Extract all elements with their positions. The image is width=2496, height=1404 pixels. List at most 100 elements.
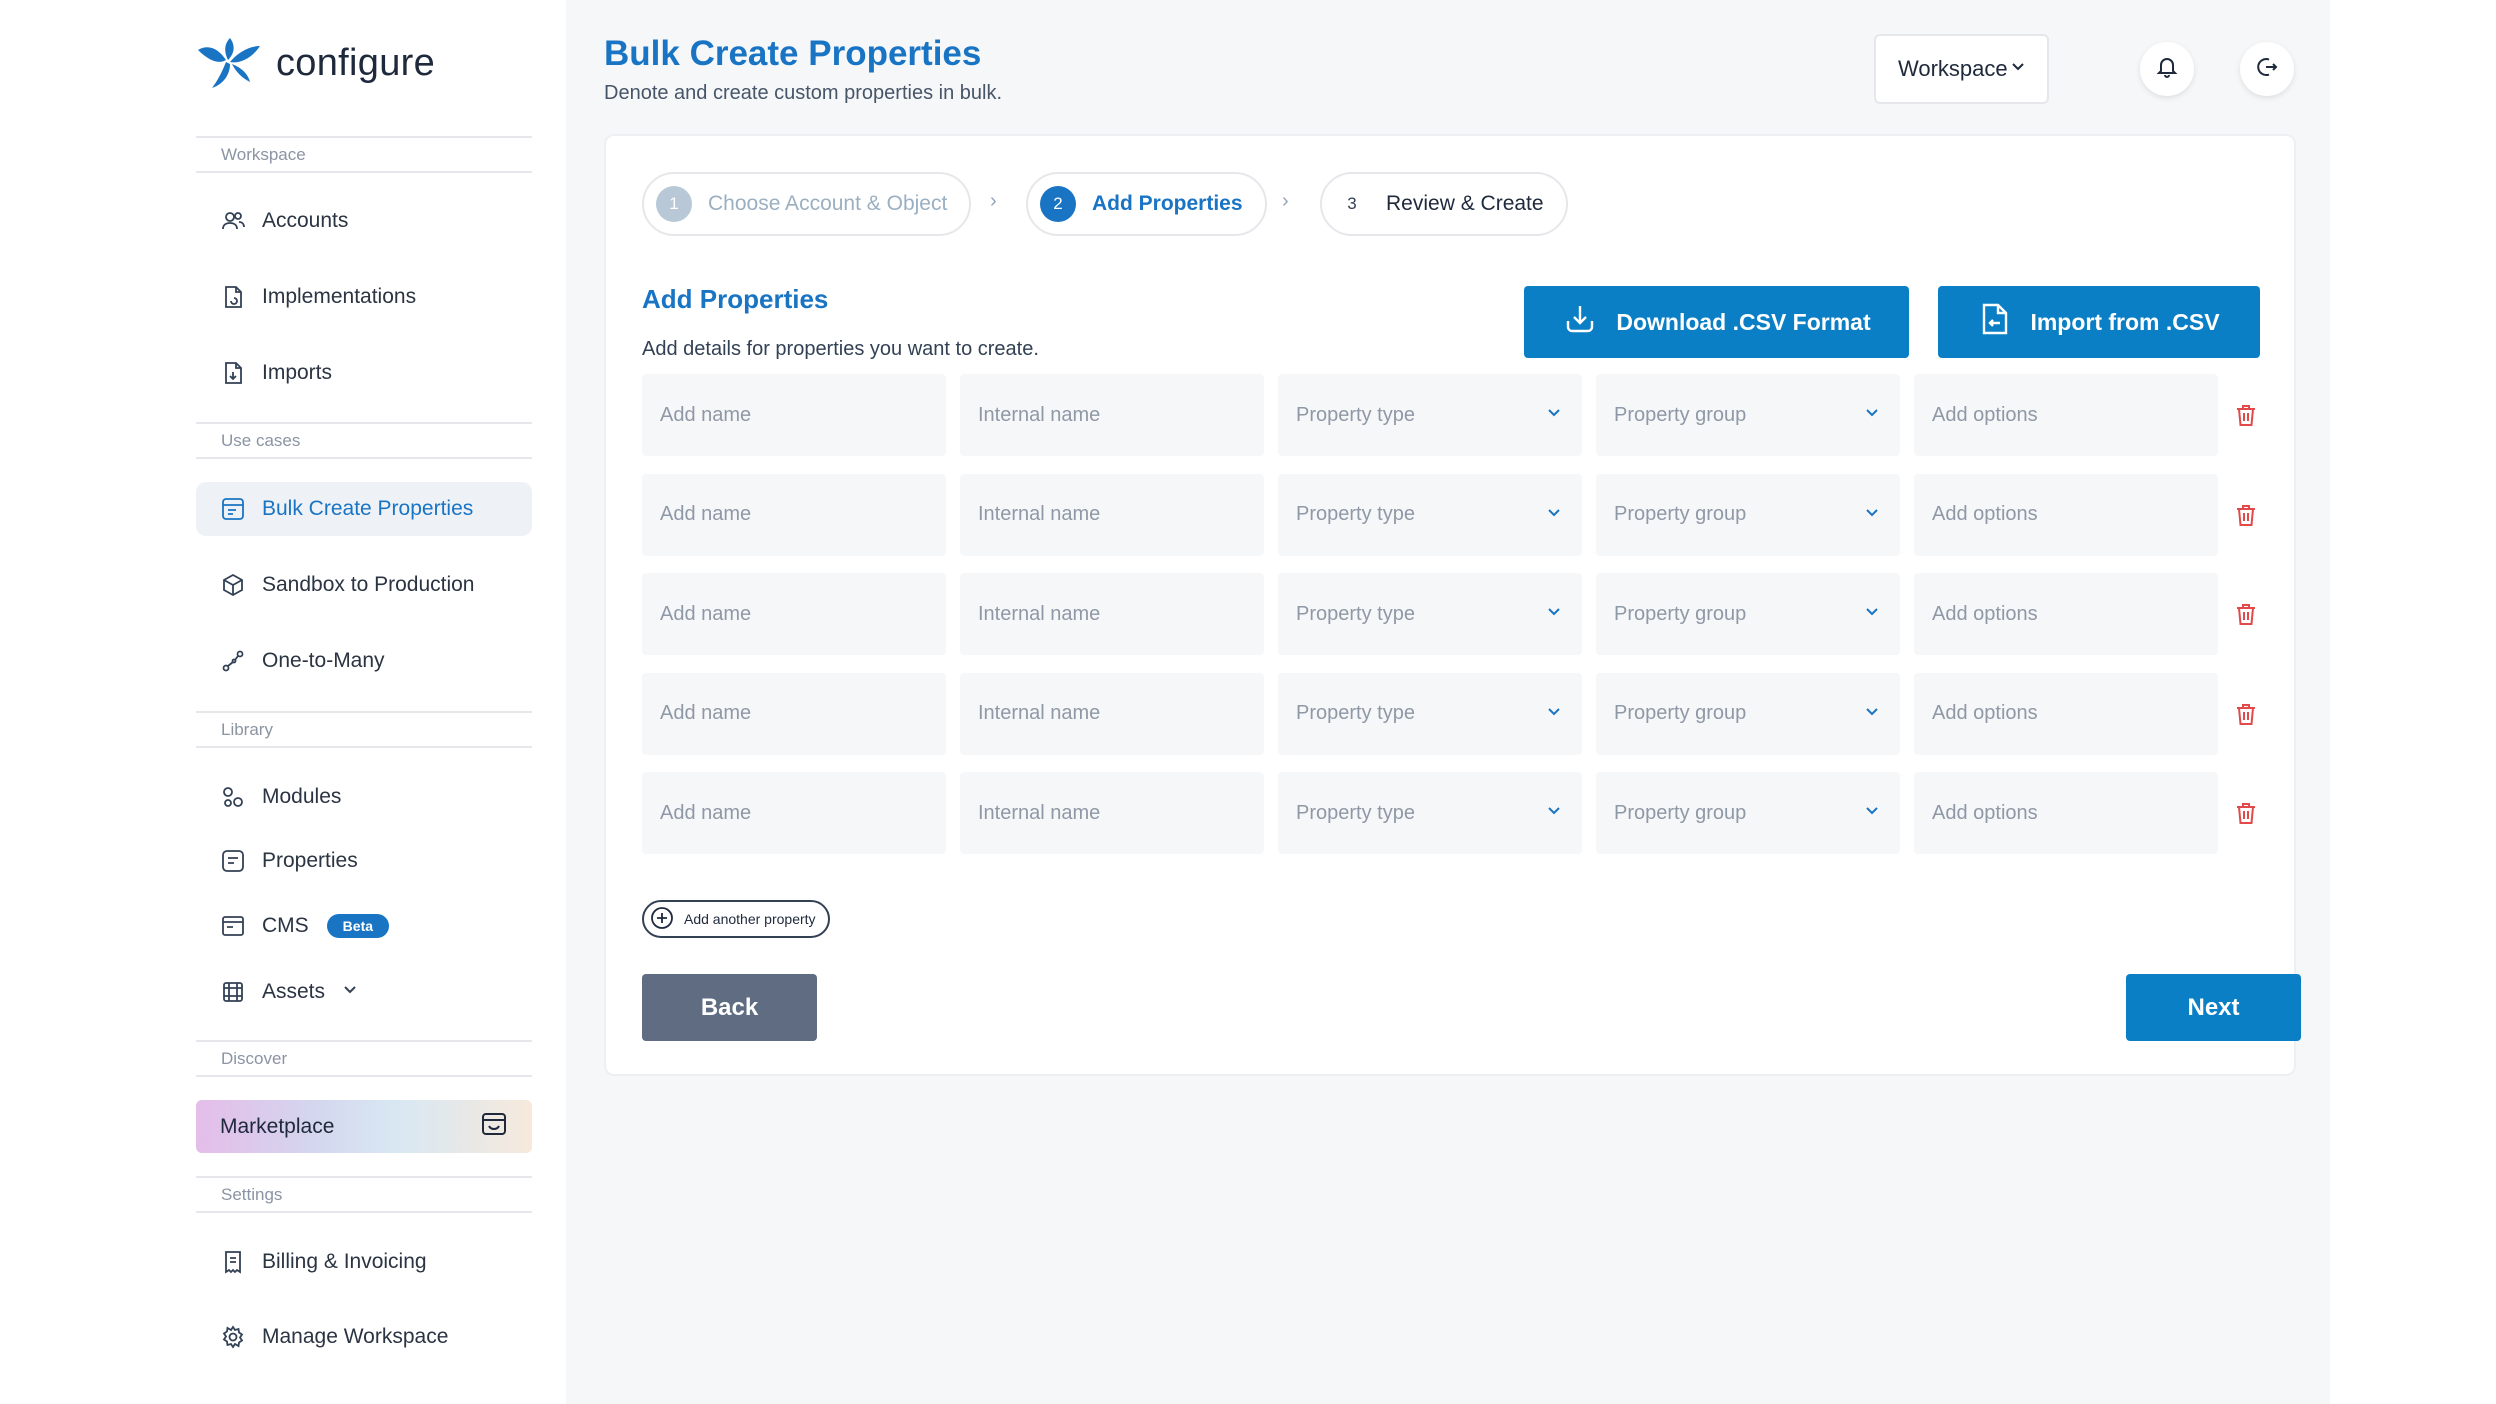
- placeholder-text: Add options: [1932, 403, 2038, 426]
- import-csv-button[interactable]: Import from .CSV: [1938, 286, 2260, 358]
- beta-badge: Beta: [326, 914, 390, 938]
- placeholder-text: Add options: [1932, 503, 2038, 525]
- placeholder-text: Internal name: [978, 602, 1101, 625]
- sidebar-item-cms[interactable]: CMS Beta: [196, 899, 532, 953]
- sidebar-item-billing-invoicing[interactable]: Billing & Invoicing: [196, 1235, 532, 1289]
- next-button[interactable]: Next: [2126, 974, 2301, 1041]
- users-icon: [220, 208, 246, 234]
- share-nodes-icon: [220, 648, 246, 674]
- property-group-select[interactable]: Property group: [1596, 374, 1900, 456]
- sidebar-item-label: One-to-Many: [262, 649, 385, 672]
- step-number: 1: [656, 186, 692, 222]
- trash-icon[interactable]: [2232, 401, 2260, 429]
- chevron-down-icon: [2008, 56, 2028, 82]
- chevron-right-icon: ›: [990, 190, 997, 212]
- chevron-right-icon: ›: [1282, 190, 1289, 212]
- sidebar-item-label: Modules: [262, 785, 342, 808]
- options-input[interactable]: Add options: [1914, 374, 2218, 456]
- sidebar-item-properties[interactable]: Properties: [196, 834, 532, 888]
- name-input[interactable]: Add name: [642, 772, 946, 854]
- options-input[interactable]: Add options: [1914, 573, 2218, 655]
- property-type-select[interactable]: Property type: [1278, 374, 1582, 456]
- trash-icon[interactable]: [2232, 501, 2260, 529]
- options-input[interactable]: Add options: [1914, 672, 2218, 755]
- property-row: Add name Internal name Property type Proper…: [642, 573, 2302, 655]
- property-row: Add name Internal name Property type Proper…: [642, 672, 2302, 755]
- property-type-select[interactable]: Property type: [1278, 672, 1582, 755]
- trash-icon[interactable]: [2232, 700, 2260, 728]
- logo[interactable]: configure: [196, 36, 435, 90]
- property-group-select[interactable]: Property group: [1596, 672, 1900, 755]
- cube-icon: [220, 572, 246, 598]
- property-type-select[interactable]: Property type: [1278, 473, 1582, 556]
- internal-name-input[interactable]: Internal name: [960, 772, 1264, 854]
- placeholder-text: Property type: [1296, 702, 1415, 724]
- name-input[interactable]: Add name: [642, 473, 946, 556]
- step-choose-account-object[interactable]: 1 Choose Account & Object: [642, 172, 972, 236]
- file-refresh-icon: [220, 284, 246, 310]
- add-another-property-button[interactable]: Add another property: [642, 900, 830, 938]
- chevron-down-icon: [341, 980, 359, 1004]
- placeholder-text: Add name: [660, 602, 752, 625]
- placeholder-text: Add name: [660, 503, 752, 525]
- step-label: Review & Create: [1386, 192, 1544, 215]
- property-group-select[interactable]: Property group: [1596, 772, 1900, 854]
- internal-name-input[interactable]: Internal name: [960, 672, 1264, 755]
- download-csv-button[interactable]: Download .CSV Format: [1524, 286, 1909, 358]
- file-import-icon: [1978, 301, 2012, 343]
- placeholder-text: Property type: [1296, 403, 1415, 426]
- property-type-select[interactable]: Property type: [1278, 573, 1582, 655]
- sidebar-item-accounts[interactable]: Accounts: [196, 194, 532, 248]
- trash-icon[interactable]: [2232, 600, 2260, 628]
- chevron-down-icon: [1544, 800, 1564, 826]
- section-subtitle: Add details for properties you want to c…: [642, 338, 1039, 360]
- sidebar-item-label: CMS: [262, 914, 309, 937]
- chevron-down-icon: [1544, 601, 1564, 627]
- chevron-down-icon: [1544, 502, 1564, 528]
- trash-icon[interactable]: [2232, 799, 2260, 827]
- internal-name-input[interactable]: Internal name: [960, 473, 1264, 556]
- workspace-select[interactable]: Workspace: [1874, 34, 2049, 104]
- property-group-select[interactable]: Property group: [1596, 473, 1900, 556]
- chevron-down-icon: [1544, 402, 1564, 428]
- internal-name-input[interactable]: Internal name: [960, 573, 1264, 655]
- step-add-properties[interactable]: 2 Add Properties: [1026, 172, 1267, 236]
- chevron-down-icon: [1862, 402, 1882, 428]
- chevron-down-icon: [1862, 502, 1882, 528]
- name-input[interactable]: Add name: [642, 573, 946, 655]
- internal-name-input[interactable]: Internal name: [960, 374, 1264, 456]
- chevron-down-icon: [1862, 701, 1882, 727]
- name-input[interactable]: Add name: [642, 374, 946, 456]
- sidebar-item-assets[interactable]: Assets: [196, 965, 532, 1019]
- sidebar-item-sandbox-to-production[interactable]: Sandbox to Production: [196, 558, 532, 612]
- options-input[interactable]: Add options: [1914, 772, 2218, 854]
- store-icon: [480, 1110, 508, 1144]
- list-edit-icon: [220, 496, 246, 522]
- add-another-property-label: Add another property: [684, 911, 816, 927]
- properties-icon: [220, 848, 246, 874]
- sidebar-item-manage-workspace[interactable]: Manage Workspace: [196, 1310, 532, 1364]
- logout-icon: [2254, 54, 2280, 85]
- sidebar-item-label: Implementations: [262, 285, 417, 308]
- name-input[interactable]: Add name: [642, 672, 946, 755]
- gear-icon: [220, 1324, 246, 1350]
- step-review-create[interactable]: 3 Review & Create: [1320, 172, 1568, 236]
- logout-button[interactable]: [2240, 42, 2294, 96]
- sidebar-item-bulk-create-properties[interactable]: Bulk Create Properties: [196, 482, 532, 536]
- placeholder-text: Internal name: [978, 801, 1101, 824]
- step-label: Add Properties: [1092, 192, 1243, 215]
- sidebar-item-modules[interactable]: Modules: [196, 770, 532, 824]
- download-csv-label: Download .CSV Format: [1616, 308, 1871, 335]
- sidebar-item-one-to-many[interactable]: One-to-Many: [196, 634, 532, 688]
- notifications-button[interactable]: [2140, 42, 2194, 96]
- property-type-select[interactable]: Property type: [1278, 772, 1582, 854]
- sidebar-item-imports[interactable]: Imports: [196, 346, 532, 400]
- section-discover: Discover: [196, 1040, 532, 1077]
- back-button[interactable]: Back: [642, 974, 817, 1041]
- options-input[interactable]: Add options: [1914, 473, 2218, 556]
- sidebar-item-label: Properties: [262, 849, 358, 872]
- property-group-select[interactable]: Property group: [1596, 573, 1900, 655]
- placeholder-text: Property type: [1296, 801, 1415, 824]
- marketplace-button[interactable]: Marketplace: [196, 1100, 532, 1153]
- sidebar-item-implementations[interactable]: Implementations: [196, 270, 532, 324]
